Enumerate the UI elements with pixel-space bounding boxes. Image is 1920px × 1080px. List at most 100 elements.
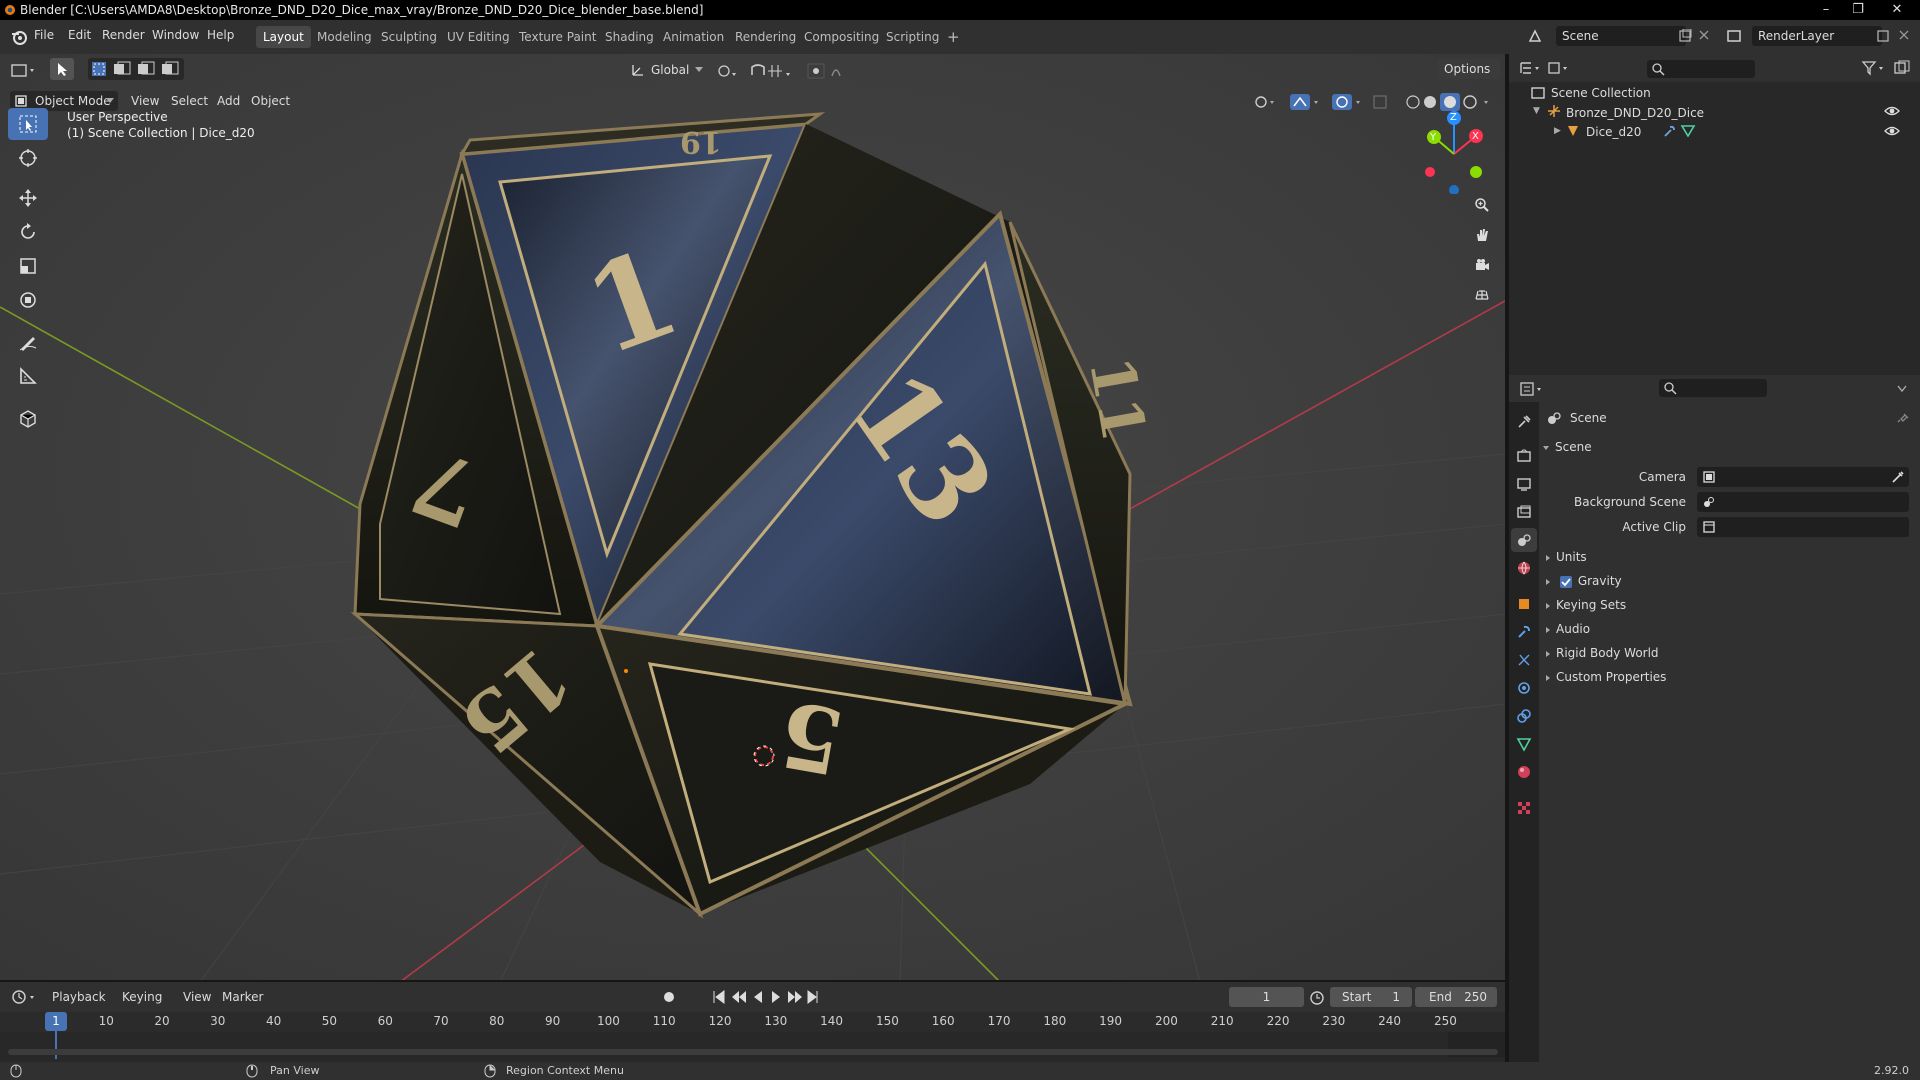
tab-physics[interactable] [1511,676,1537,700]
delete-scene-icon[interactable] [1698,29,1710,41]
gravity-checkbox[interactable] [1559,575,1572,588]
viewport-shading-controls[interactable] [1250,92,1500,112]
tab-modifiers[interactable] [1511,620,1537,644]
pivot-snapping-icons[interactable] [716,62,846,80]
expand-arrow-icon[interactable]: ▼ [1533,106,1540,116]
active-clip-field[interactable] [1697,517,1909,537]
blender-menu-icon[interactable] [10,28,28,46]
tab-constraints[interactable] [1511,704,1537,728]
menu-help[interactable]: Help [207,28,234,42]
tool-cursor[interactable] [8,142,48,174]
timeline-menu-marker[interactable]: Marker [222,990,263,1004]
tab-scene[interactable] [1511,528,1537,552]
navigation-gizmo[interactable] [1420,110,1502,194]
tab-uv-editing[interactable]: UV Editing [440,26,517,48]
new-scene-icon[interactable] [1678,29,1692,43]
tab-rendering[interactable]: Rendering [728,26,803,48]
pan-view-button[interactable] [1469,222,1495,248]
tab-modeling[interactable]: Modeling [310,26,379,48]
outliner-editor-icons[interactable] [1519,60,1575,76]
tool-rotate[interactable] [8,216,48,248]
tab-texture-paint[interactable]: Texture Paint [512,26,603,48]
3d-viewport[interactable]: 1 13 5 15 7 19 11 User Perspective (1) S… [0,54,1505,982]
tool-transform[interactable] [8,284,48,316]
subpanel-gravity[interactable]: Gravity [1546,574,1622,588]
modifier-mesh-data-icons[interactable] [1662,124,1696,138]
subpanel-audio[interactable]: Audio [1546,622,1590,636]
subpanel-keying-sets[interactable]: Keying Sets [1546,598,1626,612]
tool-measure[interactable] [8,360,48,392]
viewport-menu-add[interactable]: Add [217,94,240,108]
close-window-button[interactable]: ✕ [1874,0,1920,20]
add-workspace-button[interactable]: + [940,26,967,48]
menu-file[interactable]: File [34,28,54,42]
background-scene-field[interactable] [1697,492,1909,512]
visibility-eye-icon[interactable] [1884,104,1900,118]
editor-type-icon[interactable] [10,61,38,81]
tab-output[interactable] [1511,472,1537,496]
tab-scripting[interactable]: Scripting [879,26,946,48]
transform-orientation-dropdown[interactable]: Global [631,60,707,80]
tab-compositing[interactable]: Compositing [797,26,886,48]
tab-shading[interactable]: Shading [598,26,661,48]
camera-field[interactable] [1697,467,1909,487]
tool-move[interactable] [8,182,48,214]
tool-select-box[interactable] [8,108,48,140]
outliner-item-bronze-dice[interactable]: Bronze_DND_D20_Dice [1566,106,1704,120]
tab-texture[interactable] [1511,796,1537,820]
tool-scale[interactable] [8,250,48,282]
minimize-button[interactable]: – [1810,0,1842,20]
subpanel-rigid-body-world[interactable]: Rigid Body World [1546,646,1659,660]
area-divider[interactable] [1505,54,1509,1062]
stopwatch-icon[interactable] [1309,990,1325,1006]
chevron-down-icon[interactable] [1897,385,1907,393]
menu-edit[interactable]: Edit [68,28,91,42]
tab-particles[interactable] [1511,648,1537,672]
restore-button[interactable]: ❐ [1842,0,1874,20]
subpanel-custom-properties[interactable]: Custom Properties [1546,670,1666,684]
properties-search-input[interactable] [1659,379,1767,397]
tab-object-data[interactable] [1511,732,1537,756]
tab-layout[interactable]: Layout [256,26,311,48]
options-dropdown[interactable]: Options [1438,59,1500,79]
timeline-menu-view[interactable]: View [183,990,211,1004]
properties-editor-icon[interactable] [1519,381,1547,397]
viewport-canvas[interactable] [0,54,1505,982]
timeline-menu-playback[interactable]: Playback [52,990,106,1004]
toggle-ortho-button[interactable] [1469,282,1495,308]
area-divider[interactable] [0,980,1505,982]
end-frame-field[interactable]: End 250 [1415,987,1497,1007]
pin-icon[interactable] [1896,410,1910,424]
current-frame-field[interactable]: 1 [1229,987,1304,1007]
tab-animation[interactable]: Animation [656,26,731,48]
playback-controls[interactable] [660,988,820,1006]
menu-render[interactable]: Render [102,28,145,42]
scene-icon[interactable] [1527,28,1543,44]
camera-view-button[interactable] [1469,252,1495,278]
tab-render[interactable] [1511,444,1537,468]
outliner-item-dice-d20[interactable]: Dice_d20 [1586,125,1641,139]
scene-selector[interactable]: Scene [1556,26,1686,46]
delete-render-layer-icon[interactable] [1898,29,1910,41]
expand-arrow-icon[interactable]: ▶ [1554,126,1561,136]
start-frame-field[interactable]: Start 1 [1330,987,1412,1007]
viewport-menu-object[interactable]: Object [251,94,290,108]
outliner-scene-collection[interactable]: Scene Collection [1551,86,1651,100]
outliner-search-input[interactable] [1647,60,1755,78]
viewport-menu-select[interactable]: Select [171,94,208,108]
outliner-filter-icons[interactable] [1859,60,1915,76]
tool-add-cube[interactable] [8,402,48,434]
viewport-menu-view[interactable]: View [131,94,159,108]
timeline-menu-keying[interactable]: Keying [122,990,162,1004]
scene-panel-header[interactable]: Scene [1543,440,1592,454]
visibility-eye-icon[interactable] [1884,124,1900,138]
tool-annotate[interactable] [8,326,48,358]
tab-view-layer[interactable] [1511,500,1537,524]
tab-tool[interactable] [1511,410,1537,434]
render-layer-selector[interactable]: RenderLayer [1752,26,1882,46]
menu-window[interactable]: Window [152,28,199,42]
zoom-view-button[interactable] [1469,192,1495,218]
tab-object[interactable] [1511,592,1537,616]
tab-sculpting[interactable]: Sculpting [374,26,444,48]
render-layer-icon[interactable] [1726,28,1742,44]
